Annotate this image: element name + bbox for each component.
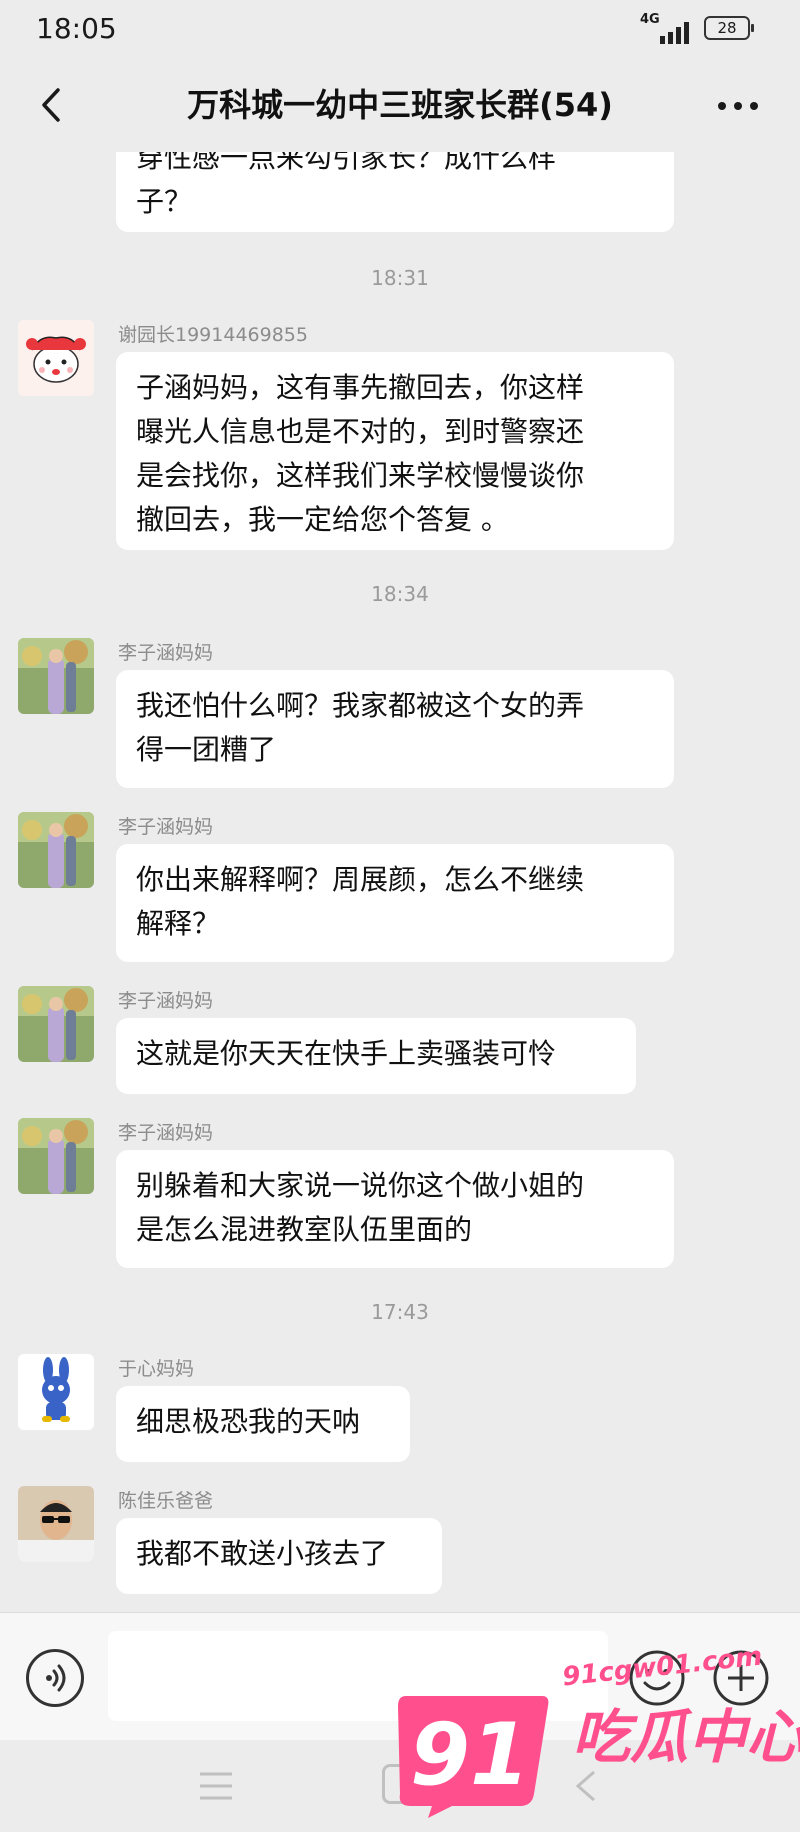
- watermark-brand: 吃瓜中心: [572, 1703, 800, 1771]
- avatar[interactable]: [18, 638, 94, 714]
- avatar[interactable]: [18, 812, 94, 888]
- photo-avatar: [18, 812, 94, 888]
- avatar[interactable]: [18, 1486, 94, 1562]
- chat-header: 万科城一幼中三班家长群(54): [0, 58, 800, 152]
- photo-avatar: [18, 986, 94, 1062]
- message-bubble[interactable]: 我都不敢送小孩去了: [116, 1518, 442, 1594]
- message-bubble[interactable]: 穿性感一点来勾引家长？成什么样 子？: [116, 152, 674, 232]
- sender-name: 陈佳乐爸爸: [118, 1490, 214, 1512]
- status-bar: 18:05 4G 28: [0, 0, 800, 58]
- message-bubble[interactable]: 我还怕什么啊？我家都被这个女的弄 得一团糟了: [116, 670, 674, 788]
- avatar[interactable]: [18, 1118, 94, 1194]
- timestamp: 18:31: [371, 266, 429, 290]
- man-sunglasses-avatar: [18, 1486, 94, 1562]
- message-bubble[interactable]: 细思极恐我的天呐: [116, 1386, 410, 1462]
- more-button[interactable]: [712, 86, 764, 126]
- more-dots-icon: [718, 102, 758, 110]
- recent-apps-button[interactable]: [196, 1768, 236, 1804]
- photo-avatar: [18, 638, 94, 714]
- watermark-number: 91: [410, 1705, 530, 1805]
- message-bubble[interactable]: 别躲着和大家说一说你这个做小姐的 是怎么混进教室队伍里面的: [116, 1150, 674, 1268]
- avatar[interactable]: [18, 986, 94, 1062]
- signal-icon: 4G: [640, 12, 694, 44]
- message-bubble[interactable]: 这就是你天天在快手上卖骚装可怜: [116, 1018, 636, 1094]
- photo-avatar: [18, 1118, 94, 1194]
- sender-name: 谢园长19914469855: [118, 324, 308, 346]
- sender-name: 李子涵妈妈: [118, 642, 214, 664]
- network-type: 4G: [640, 12, 660, 27]
- message-list[interactable]: 穿性感一点来勾引家长？成什么样 子？ 18:31 谢园长19914469855 …: [0, 152, 800, 1612]
- bunny-avatar: [18, 1354, 94, 1430]
- watermark-logo: 91: [392, 1686, 552, 1820]
- sender-name: 于心妈妈: [118, 1358, 195, 1380]
- sender-name: 李子涵妈妈: [118, 1122, 214, 1144]
- cartoon-girl-avatar: [18, 320, 94, 396]
- voice-icon: [46, 1664, 66, 1692]
- avatar[interactable]: [18, 1354, 94, 1430]
- status-time: 18:05: [36, 12, 117, 45]
- voice-button[interactable]: [26, 1649, 84, 1707]
- sender-name: 李子涵妈妈: [118, 990, 214, 1012]
- sender-name: 李子涵妈妈: [118, 816, 214, 838]
- menu-icon: [200, 1772, 232, 1800]
- message-bubble[interactable]: 子涵妈妈，这有事先撤回去，你这样 曝光人信息也是不对的，到时警察还 是会找你，这…: [116, 352, 674, 550]
- message-bubble[interactable]: 你出来解释啊？周展颜，怎么不继续 解释？: [116, 844, 674, 962]
- avatar[interactable]: [18, 320, 94, 396]
- timestamp: 18:34: [371, 582, 429, 606]
- timestamp: 17:43: [371, 1300, 429, 1324]
- chat-title: 万科城一幼中三班家长群(54): [187, 86, 613, 124]
- battery-icon: 28: [704, 16, 754, 40]
